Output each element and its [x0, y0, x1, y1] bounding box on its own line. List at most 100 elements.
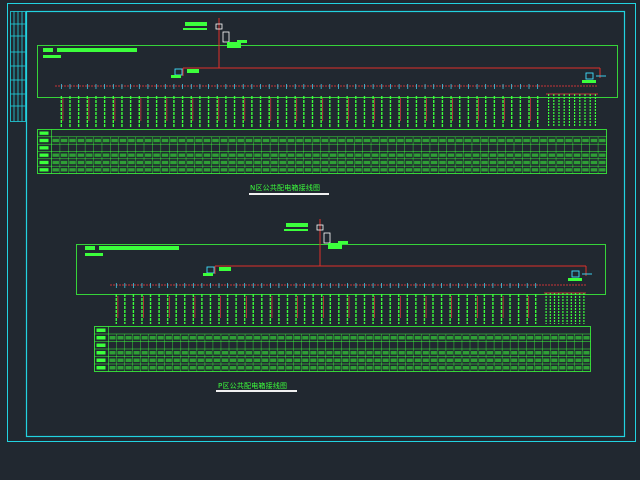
table-cell-entry: [342, 336, 349, 340]
table-cell-entry: [237, 168, 244, 172]
table-cell-entry: [197, 336, 204, 340]
table-cell-entry: [161, 168, 169, 172]
table-cell-entry: [133, 366, 140, 370]
table-cell-entry: [181, 351, 188, 355]
table-cell-entry: [498, 138, 505, 143]
header-sub-bar: [85, 253, 103, 256]
table-cell-entry: [462, 351, 469, 355]
table-cell-entry: [472, 160, 480, 165]
table-cell-entry: [548, 153, 556, 157]
table-cell-entry: [304, 153, 312, 157]
table-cell-entry: [229, 160, 236, 165]
feeder-label-bar: [286, 223, 308, 227]
table-cell-entry: [69, 168, 76, 172]
table-cell-entry: [245, 168, 253, 172]
table-cell-entry: [388, 168, 396, 172]
table-cell-entry: [262, 168, 270, 172]
table-cell-entry: [195, 138, 202, 143]
table-cell-entry: [355, 160, 362, 165]
table-cell-entry: [187, 138, 194, 143]
table-cell-entry: [481, 168, 488, 172]
table-cell-entry: [173, 351, 180, 355]
table-cell-entry: [145, 138, 152, 143]
table-cell-entry: [503, 366, 510, 370]
table-cell-entry: [334, 351, 341, 355]
table-cell-entry: [102, 153, 110, 157]
table-cell-entry: [330, 160, 337, 165]
table-cell-entry: [388, 153, 396, 157]
table-cell-entry: [111, 168, 118, 172]
table-cell-entry: [366, 358, 373, 362]
table-cell-entry: [567, 358, 574, 362]
table-cell-entry: [398, 366, 405, 370]
table-cell-entry: [117, 351, 124, 355]
table-cell-entry: [109, 351, 116, 355]
table-cell-entry: [173, 366, 180, 370]
table-cell-entry: [178, 153, 186, 157]
table-cell-entry: [125, 336, 132, 340]
table-cell-entry: [405, 168, 413, 172]
table-cell-entry: [153, 160, 160, 165]
table-cell-entry: [531, 138, 539, 143]
table-cell-entry: [464, 138, 471, 143]
table-cell-entry: [382, 351, 389, 355]
table-cell-entry: [366, 351, 373, 355]
table-cell-entry: [220, 138, 228, 143]
table-cell-entry: [310, 366, 317, 370]
table-cell-entry: [422, 160, 429, 165]
table-cell-entry: [238, 366, 245, 370]
table-cell-entry: [575, 336, 582, 340]
table-cell-entry: [326, 366, 333, 370]
table-cell-entry: [338, 168, 345, 172]
table-cell-entry: [523, 153, 530, 157]
title-underline-p: [216, 390, 297, 392]
table-cell-entry: [238, 358, 245, 362]
meter-label: [338, 241, 348, 244]
table-cell-entry: [278, 336, 285, 340]
table-cell-entry: [238, 336, 245, 340]
table-cell-entry: [519, 366, 526, 370]
table-cell-entry: [414, 153, 421, 157]
table-cell-entry: [390, 358, 397, 362]
table-cell-entry: [213, 336, 220, 340]
table-cell-entry: [318, 366, 325, 370]
table-cell-entry: [582, 138, 589, 143]
table-cell-entry: [338, 153, 345, 157]
inner-border: [25, 10, 626, 438]
table-cell-entry: [165, 366, 172, 370]
table-cell-entry: [271, 160, 278, 165]
table-cell-entry: [515, 160, 522, 165]
table-cell-entry: [565, 138, 572, 143]
table-cell-entry: [117, 366, 124, 370]
table-cell-entry: [540, 138, 547, 143]
table-cell-entry: [422, 351, 429, 355]
table-cell-entry: [489, 138, 497, 143]
table-cell-entry: [213, 358, 220, 362]
table-cell-entry: [489, 168, 497, 172]
left-device-icon: [206, 266, 215, 274]
table-cell-entry: [479, 366, 486, 370]
table-cell-entry: [519, 358, 526, 362]
table-cell-entry: [479, 336, 486, 340]
table-cell-entry: [245, 153, 253, 157]
table-cell-entry: [446, 336, 453, 340]
table-cell-entry: [170, 153, 177, 157]
table-cell-entry: [397, 168, 404, 172]
table-cell-entry: [254, 160, 261, 165]
table-cell-entry: [487, 351, 494, 355]
table-cell-entry: [590, 138, 598, 143]
table-cell-entry: [438, 366, 445, 370]
table-cell-entry: [439, 168, 446, 172]
table-cell-entry: [498, 168, 505, 172]
table-cell-entry: [205, 366, 212, 370]
table-row-label: [39, 160, 49, 165]
table-cell-entry: [481, 160, 488, 165]
table-cell-entry: [567, 336, 574, 340]
table-cell-entry: [212, 168, 219, 172]
table-cell-entry: [157, 336, 164, 340]
table-cell-entry: [221, 358, 228, 362]
table-cell-entry: [149, 336, 156, 340]
table-cell-entry: [212, 160, 219, 165]
table-cell-entry: [326, 336, 333, 340]
table-cell-entry: [506, 168, 513, 172]
